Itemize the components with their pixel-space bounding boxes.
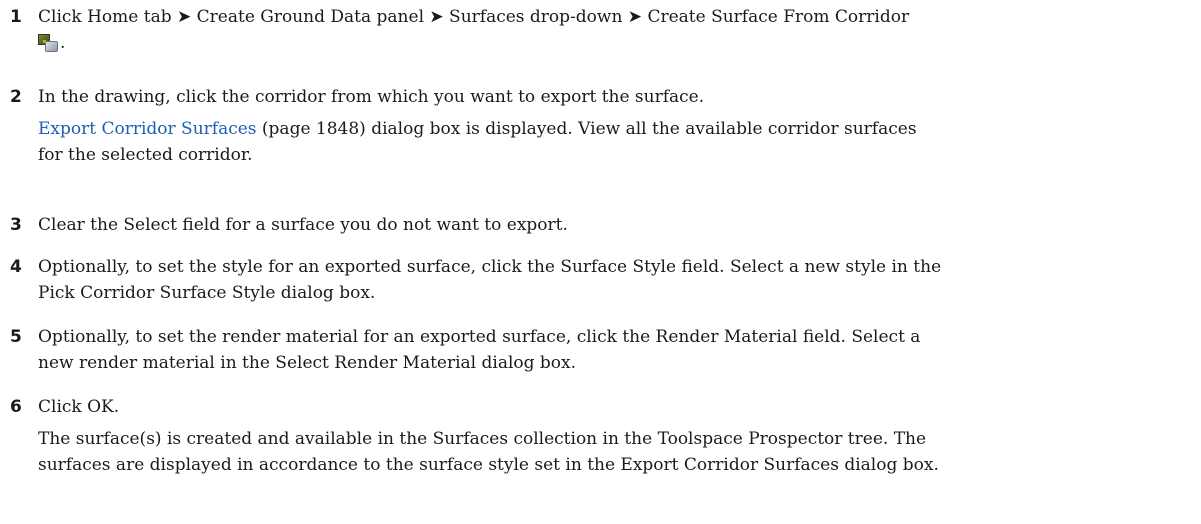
step-note-text: for the selected corridor.: [38, 145, 253, 165]
step-note-text: The surface(s) is created and available …: [38, 429, 927, 449]
export-corridor-surfaces-link[interactable]: Export Corridor Surfaces: [38, 119, 257, 139]
create-surface-from-corridor-icon: [38, 34, 58, 52]
step-5: 5 Optionally, to set the render material…: [8, 324, 1189, 376]
document-page: 1 Click Home tab ➤ Create Ground Data pa…: [0, 0, 1201, 524]
step-3: 3 Clear the Select field for a surface y…: [8, 212, 1189, 238]
step-note: Export Corridor Surfaces (page 1848) dia…: [38, 116, 1189, 168]
step-text: Clear the Select field for a surface you…: [38, 215, 568, 235]
step-text: In the drawing, click the corridor from …: [38, 87, 705, 107]
step-text: Click OK.: [38, 397, 120, 417]
step-text: Click Home tab ➤ Create Ground Data pane…: [38, 7, 910, 27]
step-note: The surface(s) is created and available …: [38, 426, 1189, 478]
step-note-text: surfaces are displayed in accordance to …: [38, 455, 939, 475]
step-number: 1: [10, 7, 22, 27]
step-4: 4 Optionally, to set the style for an ex…: [8, 254, 1189, 306]
step-number: 2: [10, 87, 22, 107]
step-number: 3: [10, 215, 22, 235]
step-2: 2 In the drawing, click the corridor fro…: [8, 84, 1189, 168]
step-text: new render material in the Select Render…: [38, 353, 577, 373]
step-1: 1 Click Home tab ➤ Create Ground Data pa…: [8, 4, 1189, 56]
step-text: Optionally, to set the render material f…: [38, 327, 921, 347]
step-number: 6: [10, 397, 22, 417]
step-text: Pick Corridor Surface Style dialog box.: [38, 283, 376, 303]
step-6: 6 Click OK. The surface(s) is created an…: [8, 394, 1189, 478]
step-number: 5: [10, 327, 22, 347]
step-text: Optionally, to set the style for an expo…: [38, 257, 942, 277]
step-text-end: .: [60, 33, 66, 53]
step-note-text: (page 1848) dialog box is displayed. Vie…: [261, 119, 917, 139]
step-number: 4: [10, 257, 22, 277]
